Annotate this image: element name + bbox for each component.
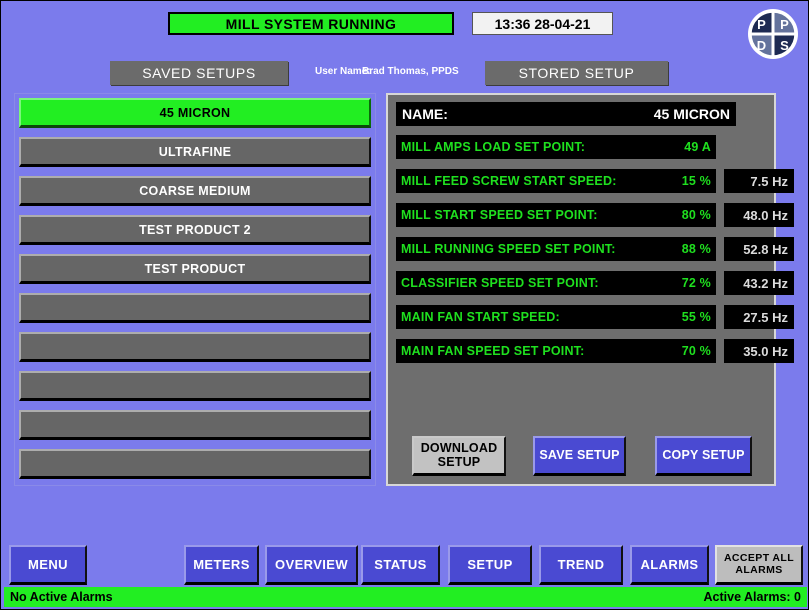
parameter-value: 15 % bbox=[681, 174, 711, 188]
setup-slot-1[interactable]: ULTRAFINE bbox=[19, 137, 371, 167]
ppds-logo-icon: P P D S bbox=[747, 8, 799, 60]
svg-text:S: S bbox=[780, 38, 789, 53]
setup-slot-2[interactable]: COARSE MEDIUM bbox=[19, 176, 371, 206]
parameter-value: 88 % bbox=[681, 242, 711, 256]
parameter-frequency-value: 43.2 Hz bbox=[724, 271, 794, 295]
parameter-field[interactable]: MILL FEED SCREW START SPEED: 15 % bbox=[396, 169, 716, 193]
active-alarm-count: Active Alarms: 0 bbox=[703, 590, 802, 604]
parameter-label: MILL START SPEED SET POINT: bbox=[401, 208, 598, 222]
alarm-status-bar: No Active Alarms Active Alarms: 0 bbox=[4, 587, 807, 607]
setup-name-value: 45 MICRON bbox=[653, 106, 730, 122]
user-name-display: User Name: Brad Thomas, PPDS bbox=[315, 65, 485, 81]
setup-slot-empty[interactable] bbox=[19, 410, 371, 440]
parameter-value: 49 A bbox=[684, 140, 711, 154]
nav-overview-button[interactable]: OVERVIEW bbox=[265, 545, 358, 585]
stored-setup-panel: NAME: 45 MICRON MILL AMPS LOAD SET POINT… bbox=[386, 93, 794, 486]
system-status-banner: MILL SYSTEM RUNNING bbox=[168, 12, 454, 35]
setup-name-label: NAME: bbox=[402, 106, 448, 122]
parameter-value: 55 % bbox=[681, 310, 711, 324]
accept-all-alarms-button[interactable]: ACCEPT ALL ALARMS bbox=[715, 545, 803, 585]
parameter-label: MILL AMPS LOAD SET POINT: bbox=[401, 140, 586, 154]
hmi-screen: MILL SYSTEM RUNNING 13:36 28-04-21 P P D… bbox=[0, 0, 809, 610]
save-setup-button[interactable]: SAVE SETUP bbox=[533, 436, 626, 476]
nav-menu-button[interactable]: MENU bbox=[9, 545, 87, 585]
parameter-value: 80 % bbox=[681, 208, 711, 222]
download-setup-button[interactable]: DOWNLOAD SETUP bbox=[412, 436, 506, 476]
nav-meters-button[interactable]: METERS bbox=[184, 545, 259, 585]
copy-setup-button[interactable]: COPY SETUP bbox=[655, 436, 752, 476]
parameter-field[interactable]: MAIN FAN START SPEED: 55 % bbox=[396, 305, 716, 329]
setup-name-row: NAME: 45 MICRON bbox=[396, 102, 736, 126]
parameter-field[interactable]: MILL RUNNING SPEED SET POINT: 88 % bbox=[396, 237, 716, 261]
saved-setups-list: 45 MICRON ULTRAFINE COARSE MEDIUM TEST PROD… bbox=[14, 93, 376, 486]
clock-display: 13:36 28-04-21 bbox=[472, 12, 613, 35]
parameter-frequency-value: 7.5 Hz bbox=[724, 169, 794, 193]
setup-slot-0[interactable]: 45 MICRON bbox=[19, 98, 371, 128]
nav-status-button[interactable]: STATUS bbox=[361, 545, 440, 585]
setup-slot-3[interactable]: TEST PRODUCT 2 bbox=[19, 215, 371, 245]
saved-setups-header: SAVED SETUPS bbox=[110, 61, 288, 85]
parameter-frequency-value: 27.5 Hz bbox=[724, 305, 794, 329]
parameter-field[interactable]: MILL AMPS LOAD SET POINT: 49 A bbox=[396, 135, 716, 159]
parameter-value: 72 % bbox=[681, 276, 711, 290]
parameter-field[interactable]: MILL START SPEED SET POINT: 80 % bbox=[396, 203, 716, 227]
parameter-label: MAIN FAN START SPEED: bbox=[401, 310, 560, 324]
setup-slot-empty[interactable] bbox=[19, 293, 371, 323]
parameter-value: 70 % bbox=[681, 344, 711, 358]
parameter-frequency-value: 52.8 Hz bbox=[724, 237, 794, 261]
setup-slot-empty[interactable] bbox=[19, 332, 371, 362]
nav-trend-button[interactable]: TREND bbox=[539, 545, 623, 585]
nav-alarms-button[interactable]: ALARMS bbox=[630, 545, 709, 585]
parameter-label: MILL RUNNING SPEED SET POINT: bbox=[401, 242, 616, 256]
parameter-frequency-value: 35.0 Hz bbox=[724, 339, 794, 363]
svg-text:P: P bbox=[780, 17, 789, 32]
setup-slot-empty[interactable] bbox=[19, 371, 371, 401]
parameter-frequency-value: 48.0 Hz bbox=[724, 203, 794, 227]
svg-text:P: P bbox=[757, 17, 766, 32]
parameter-label: CLASSIFIER SPEED SET POINT: bbox=[401, 276, 599, 290]
user-name-value: Brad Thomas, PPDS bbox=[362, 66, 459, 77]
setup-slot-4[interactable]: TEST PRODUCT bbox=[19, 254, 371, 284]
parameter-field[interactable]: CLASSIFIER SPEED SET POINT: 72 % bbox=[396, 271, 716, 295]
parameter-label: MAIN FAN SPEED SET POINT: bbox=[401, 344, 585, 358]
svg-text:D: D bbox=[757, 38, 766, 53]
parameter-field[interactable]: MAIN FAN SPEED SET POINT: 70 % bbox=[396, 339, 716, 363]
stored-setup-header: STORED SETUP bbox=[485, 61, 668, 85]
parameter-label: MILL FEED SCREW START SPEED: bbox=[401, 174, 617, 188]
setup-slot-empty[interactable] bbox=[19, 449, 371, 479]
alarm-message: No Active Alarms bbox=[10, 590, 113, 604]
nav-setup-button[interactable]: SETUP bbox=[448, 545, 532, 585]
